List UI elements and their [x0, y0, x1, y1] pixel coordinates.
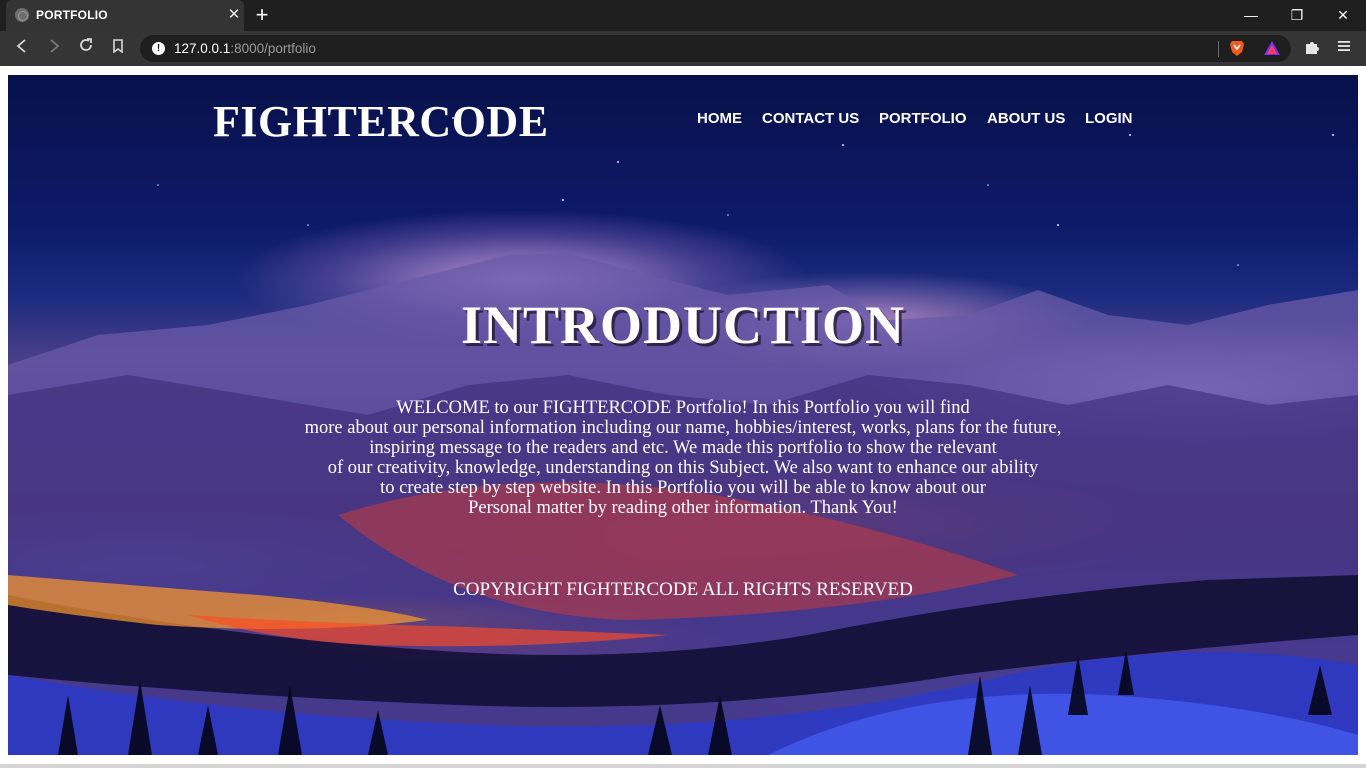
nav-link-about-us[interactable]: ABOUT US — [987, 110, 1065, 127]
brave-shield-icon[interactable] — [1229, 40, 1245, 57]
globe-icon — [15, 8, 29, 22]
url-text[interactable]: 127.0.0.1:8000/portfolio — [174, 41, 316, 56]
introduction-heading: INTRODUCTION — [460, 295, 906, 355]
address-bar-separator — [1218, 41, 1219, 57]
hero-background: FIGHTERCODE HOME CONTACT US PORTFOLIO AB… — [8, 75, 1358, 755]
browser-toolbar: ! 127.0.0.1:8000/portfolio — [0, 31, 1366, 66]
site-logo[interactable]: FIGHTERCODE — [213, 96, 549, 147]
intro-line: of our creativity, knowledge, understand… — [327, 458, 1039, 478]
page-viewport: FIGHTERCODE HOME CONTACT US PORTFOLIO AB… — [0, 66, 1366, 768]
forward-icon[interactable] — [42, 37, 66, 61]
info-icon[interactable]: ! — [152, 42, 165, 55]
tab-close-icon[interactable]: ✕ — [225, 5, 243, 25]
menu-icon[interactable] — [1335, 39, 1353, 59]
nav-link-portfolio[interactable]: PORTFOLIO — [879, 110, 967, 127]
nav-link-contact-us[interactable]: CONTACT US — [762, 110, 859, 127]
intro-line: more about our personal information incl… — [304, 418, 1062, 438]
browser-tab[interactable]: PORTFOLIO ✕ — [6, 0, 244, 31]
intro-line: inspiring message to the readers and etc… — [369, 438, 997, 458]
copyright-text: COPYRIGHT FIGHTERCODE ALL RIGHTS RESERVE… — [453, 579, 913, 600]
brave-rewards-icon[interactable] — [1263, 40, 1281, 57]
intro-line: Personal matter by reading other informa… — [468, 498, 898, 518]
nav-link-login[interactable]: LOGIN — [1085, 110, 1133, 127]
extensions-icon[interactable] — [1302, 39, 1322, 59]
address-bar[interactable]: ! 127.0.0.1:8000/portfolio — [140, 35, 1291, 62]
back-icon[interactable] — [10, 37, 34, 61]
new-tab-button[interactable]: + — [252, 4, 272, 26]
tab-title: PORTFOLIO — [36, 8, 108, 22]
bottom-scroll-edge — [0, 764, 1366, 768]
intro-line: WELCOME to our FIGHTERCODE Portfolio! In… — [396, 398, 970, 418]
introduction-text: WELCOME to our FIGHTERCODE Portfolio! In… — [8, 398, 1358, 518]
nav-link-home[interactable]: HOME — [697, 110, 742, 127]
minimize-button[interactable]: — — [1228, 0, 1274, 31]
browser-tab-bar: PORTFOLIO ✕ + — ❐ ✕ — [0, 0, 1366, 31]
bookmark-icon[interactable] — [106, 37, 130, 61]
intro-line: to create step by step website. In this … — [380, 478, 986, 498]
restore-button[interactable]: ❐ — [1274, 0, 1320, 31]
reload-icon[interactable] — [74, 37, 98, 61]
close-window-button[interactable]: ✕ — [1320, 0, 1366, 31]
